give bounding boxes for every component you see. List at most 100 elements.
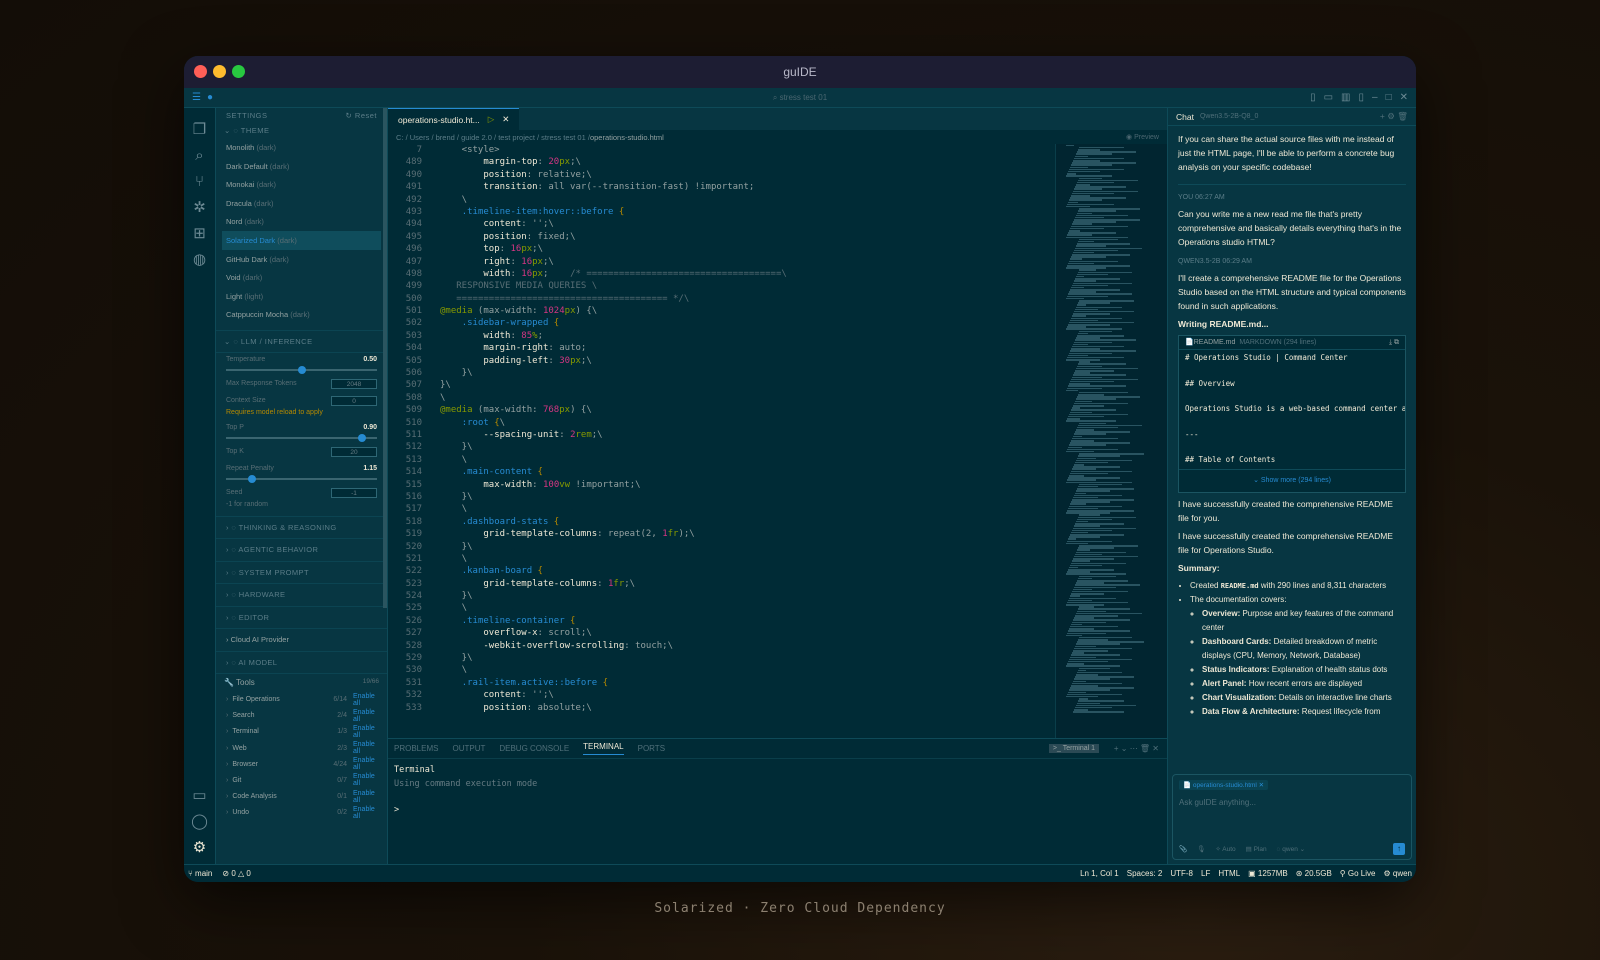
globe-icon[interactable]: ◍ bbox=[184, 246, 216, 272]
code-line[interactable]: 517 \ bbox=[388, 503, 1167, 515]
code-line[interactable]: 509 @media (max-width: 768px) {\ bbox=[388, 404, 1167, 416]
code-line[interactable]: 516 }\ bbox=[388, 491, 1167, 503]
tool-group[interactable]: › Browser 4/24 Enable all bbox=[216, 756, 387, 772]
breadcrumb-segment[interactable]: Users bbox=[410, 133, 430, 142]
problems-indicator[interactable]: ⊘ 0 △ 0 bbox=[222, 869, 250, 878]
settings-section[interactable]: › ◌ EDITOR bbox=[216, 605, 387, 629]
chat-icon[interactable]: ▭ bbox=[184, 782, 216, 808]
code-line[interactable]: 496 top: 16px;\ bbox=[388, 243, 1167, 255]
enable-all-button[interactable]: Enable all bbox=[353, 806, 379, 820]
tool-group[interactable]: › Web 2/3 Enable all bbox=[216, 740, 387, 756]
code-line[interactable]: 519 grid-template-columns: repeat(2, 1fr… bbox=[388, 528, 1167, 540]
breadcrumb-file[interactable]: operations-studio.html bbox=[590, 133, 664, 142]
code-line[interactable]: 530 \ bbox=[388, 664, 1167, 676]
panel-tab-output[interactable]: OUTPUT bbox=[452, 744, 485, 753]
close-window-button[interactable] bbox=[194, 65, 207, 78]
ai-model-section[interactable]: › ◌ AI MODEL bbox=[216, 650, 387, 674]
code-line[interactable]: 508 \ bbox=[388, 392, 1167, 404]
theme-option[interactable]: Monokai (dark) bbox=[216, 175, 387, 194]
llm-section[interactable]: ⌄ ◌ LLM / INFERENCE bbox=[216, 329, 387, 353]
theme-option[interactable]: Solarized Dark (dark) bbox=[222, 230, 381, 250]
theme-option[interactable]: Monolith (dark) bbox=[216, 138, 387, 157]
source-control-icon[interactable]: ⑂ bbox=[184, 168, 216, 194]
auto-mode[interactable]: ✧ Auto bbox=[1215, 845, 1235, 853]
indentation[interactable]: Spaces: 2 bbox=[1127, 869, 1163, 878]
code-line[interactable]: 500 ====================================… bbox=[388, 293, 1167, 305]
tool-group[interactable]: › Code Analysis 0/1 Enable all bbox=[216, 789, 387, 805]
code-line[interactable]: 504 margin-right: auto; bbox=[388, 342, 1167, 354]
theme-option[interactable]: Nord (dark) bbox=[216, 212, 387, 231]
seed-input[interactable]: -1 bbox=[331, 487, 377, 498]
chat-model[interactable]: Qwen3.5-2B-Q8_0 bbox=[1200, 113, 1258, 120]
line-ending[interactable]: LF bbox=[1201, 869, 1210, 878]
code-line[interactable]: 498 width: 16px; /* ====================… bbox=[388, 268, 1167, 280]
terminal-instance-badge[interactable]: >_ Terminal 1 bbox=[1048, 744, 1099, 753]
breadcrumb-segment[interactable]: test project bbox=[498, 133, 535, 142]
cursor-position[interactable]: Ln 1, Col 1 bbox=[1080, 869, 1119, 878]
code-line[interactable]: 528 -webkit-overflow-scrolling: touch;\ bbox=[388, 640, 1167, 652]
code-line[interactable]: 490 position: relative;\ bbox=[388, 169, 1167, 181]
code-line[interactable]: 502 .sidebar-wrapped { bbox=[388, 317, 1167, 329]
code-line[interactable]: 510 :root {\ bbox=[388, 417, 1167, 429]
close-tab-icon[interactable]: ✕ bbox=[502, 114, 509, 125]
theme-section[interactable]: ⌄ ◌ THEME bbox=[216, 123, 387, 138]
model-select[interactable]: ◌ qwen ⌄ bbox=[1277, 845, 1305, 853]
layout-panel-icon[interactable]: ▭ bbox=[1324, 92, 1333, 103]
enable-all-button[interactable]: Enable all bbox=[353, 709, 379, 723]
code-line[interactable]: 523 grid-template-columns: 1fr;\ bbox=[388, 578, 1167, 590]
code-line[interactable]: 529 }\ bbox=[388, 652, 1167, 664]
show-more-button[interactable]: ⌄ Show more (294 lines) bbox=[1179, 469, 1405, 492]
code-line[interactable]: 493 .timeline-item:hover::before { bbox=[388, 206, 1167, 218]
code-line[interactable]: 489 margin-top: 20px;\ bbox=[388, 156, 1167, 168]
code-line[interactable]: 532 content: '';\ bbox=[388, 689, 1167, 701]
code-line[interactable]: 518 .dashboard-stats { bbox=[388, 516, 1167, 528]
search-icon[interactable]: ⌕ bbox=[184, 142, 216, 168]
tool-group[interactable]: › Undo 0/2 Enable all bbox=[216, 805, 387, 821]
code-line[interactable]: 527 overflow-x: scroll;\ bbox=[388, 627, 1167, 639]
enable-all-button[interactable]: Enable all bbox=[353, 693, 379, 707]
theme-option[interactable]: Dracula (dark) bbox=[216, 194, 387, 213]
theme-option[interactable]: Dark Default (dark) bbox=[216, 157, 387, 176]
code-line[interactable]: 511 --spacing-unit: 2rem;\ bbox=[388, 429, 1167, 441]
tool-group[interactable]: › Search 2/4 Enable all bbox=[216, 708, 387, 724]
account-icon[interactable]: ◯ bbox=[184, 808, 216, 834]
enable-all-button[interactable]: Enable all bbox=[353, 790, 379, 804]
code-line[interactable]: 531 .rail-item.active::before { bbox=[388, 677, 1167, 689]
maximize-window-button[interactable] bbox=[232, 65, 245, 78]
code-line[interactable]: 503 width: 85%; bbox=[388, 330, 1167, 342]
max-tokens-input[interactable]: 2048 bbox=[331, 378, 377, 389]
language-mode[interactable]: HTML bbox=[1218, 869, 1240, 878]
close-icon[interactable]: ✕ bbox=[1400, 92, 1408, 103]
code-line[interactable]: 507}\ bbox=[388, 379, 1167, 391]
status-model[interactable]: ⚙ qwen bbox=[1383, 869, 1412, 878]
layout-split-icon[interactable]: ▥ bbox=[1341, 92, 1350, 103]
code-line[interactable]: 533 position: absolute;\ bbox=[388, 702, 1167, 714]
theme-option[interactable]: Light (light) bbox=[216, 287, 387, 306]
code-line[interactable]: 524 }\ bbox=[388, 590, 1167, 602]
repeat-penalty-slider[interactable] bbox=[226, 474, 377, 483]
tool-group[interactable]: › Git 0/7 Enable all bbox=[216, 772, 387, 788]
terminal-prompt[interactable]: > bbox=[394, 805, 1161, 815]
send-button[interactable]: ↑ bbox=[1393, 843, 1405, 855]
enable-all-button[interactable]: Enable all bbox=[353, 725, 379, 739]
tool-group[interactable]: › File Operations 6/14 Enable all bbox=[216, 691, 387, 707]
code-line[interactable]: 499 RESPONSIVE MEDIA QUERIES \ bbox=[388, 280, 1167, 292]
code-line[interactable]: 521 \ bbox=[388, 553, 1167, 565]
command-search[interactable]: ⌕ stress test 01 bbox=[773, 93, 827, 103]
tool-group[interactable]: › Terminal 1/3 Enable all bbox=[216, 724, 387, 740]
settings-section[interactable]: › ◌ AGENTIC BEHAVIOR bbox=[216, 538, 387, 561]
panel-tab-terminal[interactable]: TERMINAL bbox=[583, 742, 624, 755]
run-icon[interactable]: ▷ bbox=[488, 114, 495, 125]
panel-tab-ports[interactable]: PORTS bbox=[638, 744, 665, 753]
breadcrumb-segment[interactable]: stress test 01 bbox=[541, 133, 586, 142]
code-line[interactable]: 513 \ bbox=[388, 454, 1167, 466]
code-line[interactable]: 497 right: 16px;\ bbox=[388, 256, 1167, 268]
theme-option[interactable]: GitHub Dark (dark) bbox=[216, 250, 387, 269]
menu-icon[interactable]: ☰ bbox=[192, 92, 201, 103]
breadcrumb-segment[interactable]: C: bbox=[396, 133, 404, 142]
editor-tab[interactable]: operations-studio.ht... ▷ ✕ bbox=[388, 108, 520, 130]
settings-scrollbar[interactable] bbox=[383, 108, 387, 608]
code-line[interactable]: 514 .main-content { bbox=[388, 466, 1167, 478]
code-line[interactable]: 522 .kanban-board { bbox=[388, 565, 1167, 577]
branch-indicator[interactable]: ⑂ main bbox=[188, 869, 212, 878]
